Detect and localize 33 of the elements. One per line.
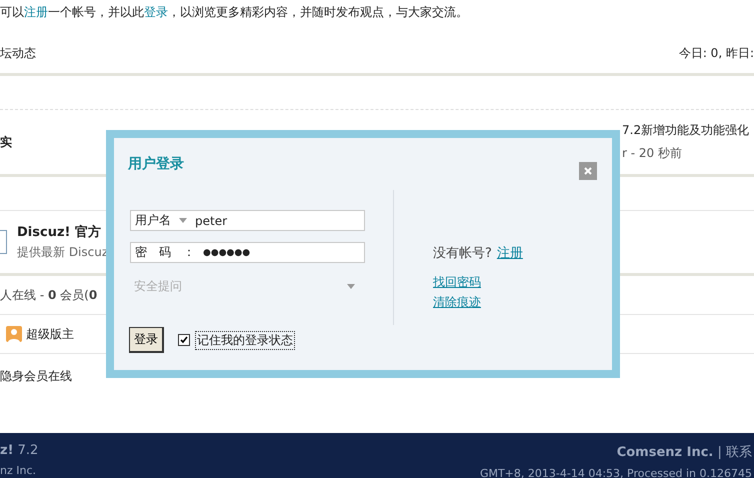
section-title: 坛动态 <box>0 45 36 62</box>
latest-post-meta: r - 20 秒前 <box>622 145 683 162</box>
online-note: 隐身会员在线 <box>0 368 72 385</box>
no-account-text: 没有帐号? <box>433 245 492 262</box>
dialog-link[interactable]: 找回密码 <box>433 274 523 291</box>
forum-description: 提供最新 Discuz <box>17 244 108 261</box>
forum-icon <box>0 230 7 254</box>
thread-title: 实 <box>0 134 12 150</box>
post-counts: 今日: 0, 昨日: <box>678 45 754 62</box>
register-link[interactable]: 注册 <box>496 244 523 262</box>
group-label: 超级版主 <box>26 326 74 342</box>
caret-icon <box>179 218 187 223</box>
intro-link[interactable]: 登录 <box>144 5 168 19</box>
login-button[interactable]: 登录 <box>129 327 164 353</box>
intro-text: 可以注册一个帐号，并以此登录，以浏览更多精彩内容，并随时发布观点，与大家交流。 <box>0 4 468 21</box>
version-text: z! 7.2 <box>0 443 38 458</box>
forum-name: Discuz! 官方 <box>17 224 102 241</box>
username-field[interactable]: 用户名 peter <box>130 210 365 231</box>
close-button[interactable] <box>579 162 597 180</box>
remember-label[interactable]: 记住我的登录状态 <box>196 332 294 348</box>
server-time: GMT+8, 2013-4-14 04:53, Processed in 0.126745 <box>480 467 752 478</box>
user-icon <box>6 326 22 342</box>
company-text: Comsenz Inc. | 联系 <box>616 444 752 461</box>
dialog-link[interactable]: 清除痕迹 <box>433 294 523 311</box>
close-icon <box>584 167 592 175</box>
latest-post-title: 7.2新增功能及功能强化 <box>622 122 750 139</box>
password-field[interactable]: 密 码 ： ●●●●●● <box>130 242 365 263</box>
online-summary: 人在线 - 0 会员(0 <box>0 286 98 304</box>
copyright-text: nz Inc. <box>0 464 36 477</box>
remember-checkbox[interactable] <box>178 334 190 346</box>
intro-link[interactable]: 注册 <box>24 5 48 19</box>
caret-icon <box>347 284 355 289</box>
dialog-title: 用户登录 <box>128 155 184 173</box>
